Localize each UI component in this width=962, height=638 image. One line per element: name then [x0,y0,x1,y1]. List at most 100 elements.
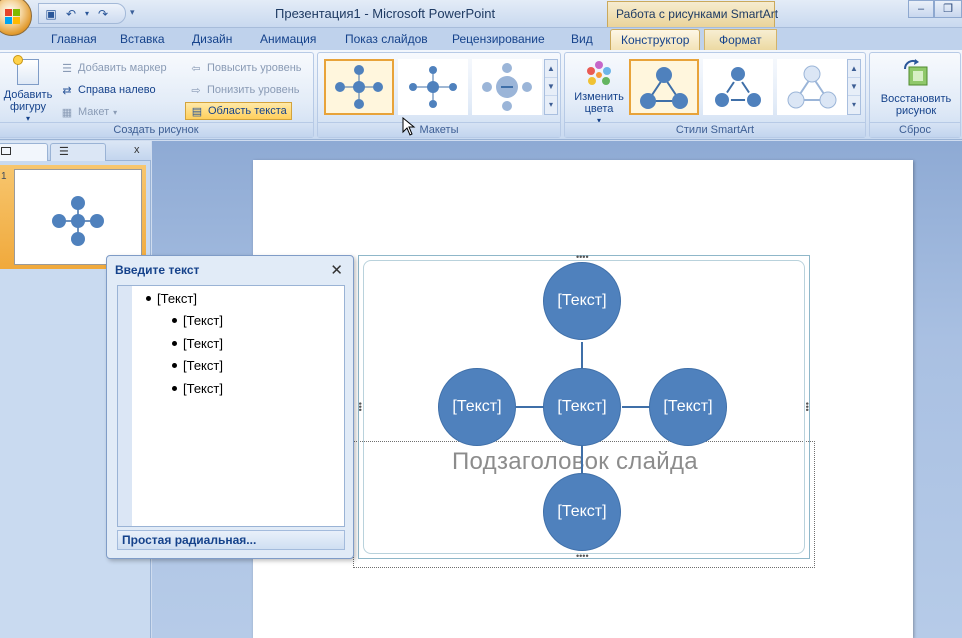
tab-design[interactable]: Дизайн [192,32,232,46]
smartart-node-left[interactable]: [Текст] [438,368,516,446]
swap-arrows-icon: ⇄ [62,84,72,97]
mouse-cursor-icon [402,117,416,136]
list-item[interactable]: [Текст] [172,336,223,351]
tab-smartart-design[interactable]: Конструктор [610,29,701,50]
promote-button[interactable]: ⇦ Повысить уровень [189,59,301,77]
outline-icon: ☰ [59,146,69,158]
tab-slides[interactable] [0,143,48,161]
arrow-left-icon: ⇦ [191,62,201,75]
tab-view[interactable]: Вид [571,32,593,46]
list-item-text[interactable]: [Текст] [183,313,223,328]
add-shape-icon [13,55,39,85]
change-colors-button[interactable]: Изменить цвета ▾ [569,59,629,127]
style-simple-fill[interactable] [629,59,699,115]
smartart-node-center[interactable]: [Текст] [543,368,621,446]
list-item[interactable]: [Текст] [172,381,223,396]
style-thumbnail-icon [787,65,837,109]
diverging-radial-thumbnail-icon [482,63,532,111]
text-pane-gutter [118,286,132,526]
style-subtle[interactable] [777,59,847,115]
resize-handle-top[interactable]: •••• [576,253,589,262]
undo-dropdown-icon[interactable]: ▾ [83,6,91,22]
scroll-up-icon[interactable]: ▲ [848,60,860,78]
tab-format[interactable]: Формат [704,29,777,50]
demote-label: Понизить уровень [207,84,300,96]
smartart-node-right[interactable]: [Текст] [649,368,727,446]
style-white-outline[interactable] [703,59,773,115]
scroll-up-icon[interactable]: ▲ [545,60,557,78]
styles-gallery-scroll[interactable]: ▲ ▼ ▾ [847,59,861,115]
layouts-group-label: Макеты [318,122,560,137]
save-icon[interactable]: ▣ [43,6,59,22]
close-icon[interactable]: ✕ [330,261,343,279]
layout-basic-radial[interactable] [324,59,394,115]
reset-group: Восстановить рисунок Сброс [869,52,961,138]
panel-tabs: ☰ x [0,141,151,161]
text-pane-icon: ▤ [191,105,203,118]
undo-icon[interactable]: ↶ [63,6,79,22]
bullet-icon [172,318,177,323]
list-item[interactable]: [Текст] [146,291,197,306]
right-to-left-button[interactable]: ⇄ Справа налево [60,81,155,99]
smartart-node-top[interactable]: [Текст] [543,262,621,340]
layout-name-link[interactable]: Простая радиальная... [117,530,345,550]
list-item[interactable]: [Текст] [172,358,223,373]
bullet-icon [146,296,151,301]
gallery-more-icon[interactable]: ▾ [545,96,557,114]
gallery-more-icon[interactable]: ▾ [848,96,860,114]
tab-animation[interactable]: Анимация [260,32,316,46]
add-shape-button[interactable]: Добавить фигуру ▾ [1,55,55,125]
ribbon: Добавить фигуру ▾ ☰ Добавить маркер ⇄ Сп… [0,50,962,140]
color-palette-icon [587,61,611,85]
window-title: Презентация1 - Microsoft PowerPoint [275,6,496,21]
change-colors-label: Изменить цвета [574,91,624,115]
quick-access-toolbar: ▣ ↶ ▾ ↷ [38,3,126,24]
office-logo-icon [5,9,21,25]
add-bullet-label: Добавить маркер [78,62,167,74]
list-item-text[interactable]: [Текст] [157,291,197,306]
add-bullet-button[interactable]: ☰ Добавить маркер [60,59,167,77]
connector-top [581,342,583,368]
redo-icon[interactable]: ↷ [95,6,111,22]
smartart-text-pane: Введите текст ✕ [Текст] [Текст] [Текст] … [106,255,354,559]
list-item-text[interactable]: [Текст] [183,336,223,351]
demote-button[interactable]: ⇨ Понизить уровень [189,81,300,99]
bullet-icon [172,386,177,391]
scroll-down-icon[interactable]: ▼ [848,78,860,96]
slide-thumbnail[interactable] [14,169,142,265]
close-panel-icon[interactable]: x [134,144,140,156]
text-pane-editor[interactable]: [Текст] [Текст] [Текст] [Текст] [Текст] [117,285,345,527]
minimize-button[interactable]: – [908,0,934,18]
resize-handle-bottom[interactable]: •••• [576,552,589,561]
list-item-text[interactable]: [Текст] [183,358,223,373]
tab-slideshow[interactable]: Показ слайдов [345,32,428,46]
scroll-down-icon[interactable]: ▼ [545,78,557,96]
tab-home[interactable]: Главная [51,32,97,46]
layout-diverging-radial[interactable] [472,59,542,115]
layouts-gallery-scroll[interactable]: ▲ ▼ ▾ [544,59,558,115]
smartart-node-bottom[interactable]: [Текст] [543,473,621,551]
text-pane-title: Введите текст [115,263,200,277]
text-pane-label: Область текста [208,105,287,117]
layouts-group: ▲ ▼ ▾ Макеты [317,52,561,138]
tab-review[interactable]: Рецензирование [452,32,545,46]
slide-thumbnail-selected[interactable]: 1 [0,165,146,269]
title-bar: ▣ ↶ ▾ ↷ ▾ Презентация1 - Microsoft Power… [0,0,962,36]
list-item[interactable]: [Текст] [172,313,223,328]
reset-graphic-icon [903,59,928,86]
tab-insert[interactable]: Вставка [120,32,165,46]
restore-button[interactable]: ❐ [934,0,962,18]
ribbon-tabs: Главная Вставка Дизайн Анимация Показ сл… [0,28,962,50]
resize-handle-left[interactable]: ••• [355,402,365,411]
layout-radial-cycle[interactable] [398,59,468,115]
smartart-styles-group-label: Стили SmartArt [565,122,865,137]
resize-handle-right[interactable]: ••• [802,402,812,411]
reset-graphic-button[interactable]: Восстановить рисунок [872,59,960,117]
text-pane-button[interactable]: ▤ Область текста [185,102,292,120]
style-thumbnail-icon [640,67,688,109]
layout-button[interactable]: ▦ Макет ▾ [60,103,117,121]
radial-cycle-thumbnail-icon [409,66,457,108]
customize-qat-icon[interactable]: ▾ [130,7,135,18]
tab-outline[interactable]: ☰ [50,143,106,161]
list-item-text[interactable]: [Текст] [183,381,223,396]
